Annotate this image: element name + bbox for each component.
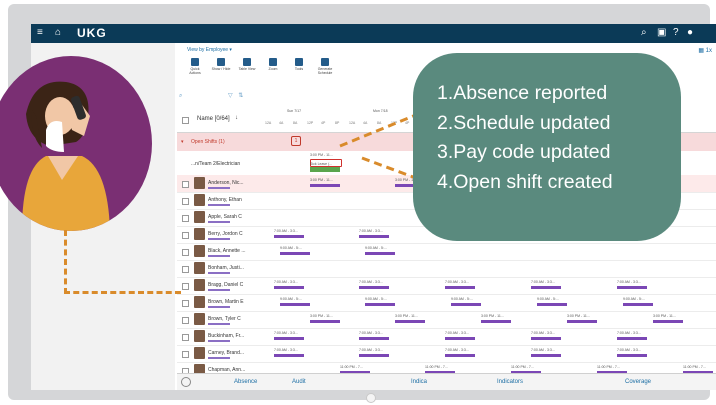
step-item: 2.Schedule updated	[437, 111, 611, 134]
step-item: 4.Open shift created	[437, 170, 613, 193]
process-steps-callout: 1.Absence reported 2.Schedule updated 3.…	[413, 53, 681, 241]
step-item: 3.Pay code updated	[437, 141, 611, 163]
steps-list: 1.Absence reported 2.Schedule updated 3.…	[437, 79, 613, 197]
step-item: 1.Absence reported	[437, 82, 608, 104]
